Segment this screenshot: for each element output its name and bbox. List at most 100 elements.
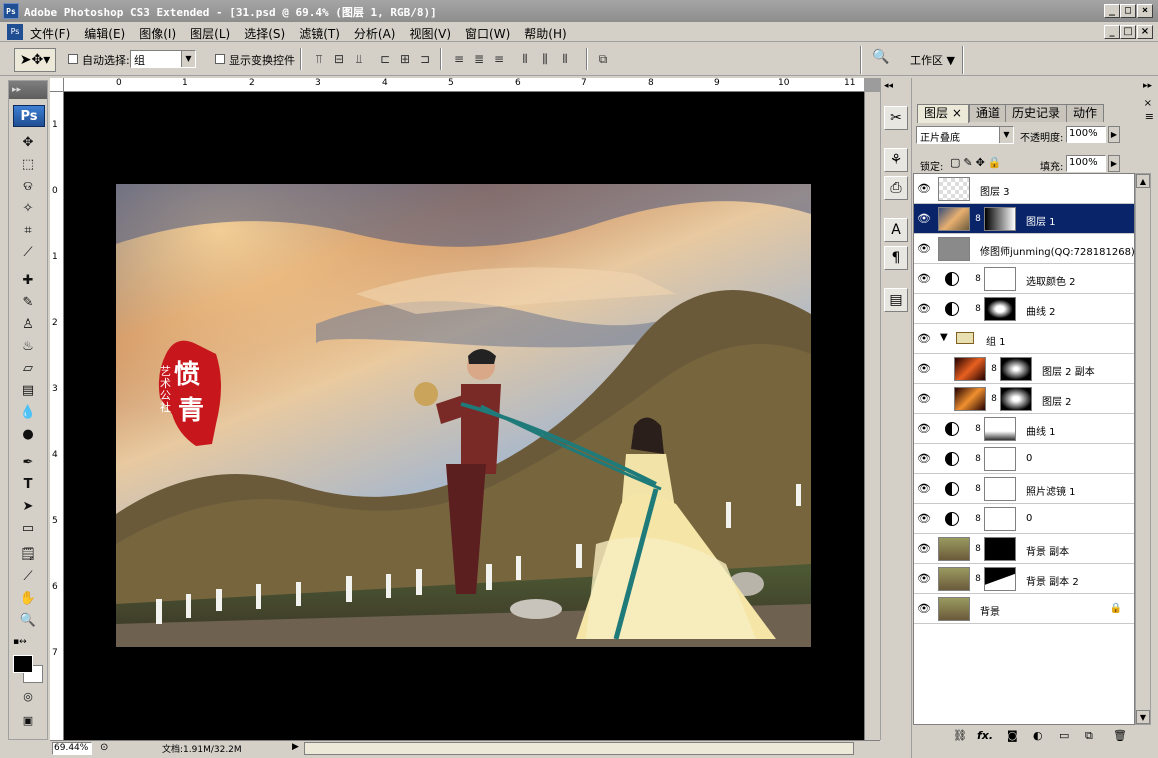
- layer-row[interactable]: 👁 8 照片滤镜 1: [914, 474, 1134, 504]
- fill-input[interactable]: 100%: [1066, 155, 1106, 172]
- fx-icon[interactable]: fx.: [977, 729, 993, 742]
- doc-restore-button[interactable]: □: [1120, 25, 1136, 39]
- eye-icon[interactable]: 👁: [916, 361, 932, 377]
- scroll-up-icon[interactable]: ▲: [1136, 174, 1150, 188]
- eye-icon[interactable]: 👁: [916, 451, 932, 467]
- align-vcenter-icon[interactable]: ⊟: [332, 52, 346, 66]
- distribute-bottom-icon[interactable]: ≡: [492, 52, 506, 66]
- status-menu-arrow-icon[interactable]: ▶: [292, 742, 299, 752]
- wedding-photo[interactable]: 愤 青 艺术公社: [116, 184, 811, 647]
- tab-actions[interactable]: 动作: [1066, 104, 1105, 122]
- preview-icon[interactable]: ⊙: [100, 742, 108, 753]
- layer-row[interactable]: 👁 8 图层 2: [914, 384, 1134, 414]
- menu-filter[interactable]: 滤镜(T): [299, 25, 340, 42]
- show-transform-checkbox[interactable]: [215, 54, 225, 64]
- distribute-top-icon[interactable]: ≡: [452, 52, 466, 66]
- auto-select-checkbox[interactable]: [68, 54, 78, 64]
- blend-mode-dropdown[interactable]: 正片叠底 ▼: [916, 126, 1014, 144]
- eyedropper-icon[interactable]: ⟋: [17, 567, 39, 587]
- layer-row[interactable]: 👁 背景 🔒: [914, 594, 1134, 624]
- eye-icon[interactable]: 👁: [916, 511, 932, 527]
- fill-slider-arrow-icon[interactable]: ▶: [1108, 155, 1120, 172]
- layer-row[interactable]: 👁 8 0: [914, 444, 1134, 474]
- menu-analysis[interactable]: 分析(A): [354, 25, 396, 42]
- menu-view[interactable]: 视图(V): [409, 25, 451, 42]
- gradient-tool-icon[interactable]: ▤: [17, 381, 39, 401]
- screen-mode-icon[interactable]: ▣: [17, 711, 39, 731]
- eye-icon[interactable]: 👁: [916, 241, 932, 257]
- expand-triangle-icon[interactable]: ▼: [940, 332, 948, 343]
- crop-tool-icon[interactable]: ⌗: [17, 221, 39, 241]
- clone-stamp-icon[interactable]: ♙: [17, 315, 39, 335]
- align-top-icon[interactable]: ⫪: [312, 52, 326, 66]
- menu-file[interactable]: 文件(F): [30, 25, 70, 42]
- move-tool-icon[interactable]: ✥: [17, 133, 39, 153]
- close-button[interactable]: ×: [1137, 4, 1153, 18]
- menu-help[interactable]: 帮助(H): [524, 25, 566, 42]
- history-brush-icon[interactable]: ♨: [17, 337, 39, 357]
- bridge-icon[interactable]: 🔍: [868, 49, 894, 71]
- notes-tool-icon[interactable]: 🗒: [17, 545, 39, 565]
- workspace-button[interactable]: 工作区 ▼: [910, 52, 955, 68]
- panel-expand-icon[interactable]: ▸▸: [1143, 81, 1152, 91]
- eye-icon[interactable]: 👁: [916, 391, 932, 407]
- foreground-color-swatch[interactable]: [13, 655, 33, 673]
- panel-menu-icon[interactable]: ≡: [1145, 110, 1154, 123]
- link-layers-icon[interactable]: ⛓: [953, 729, 967, 742]
- eye-icon[interactable]: 👁: [916, 481, 932, 497]
- layer-row[interactable]: 👁 8 选取颜色 2: [914, 264, 1134, 294]
- distribute-left-icon[interactable]: ⦀: [518, 52, 532, 66]
- layer-row[interactable]: 👁 8 背景 副本 2: [914, 564, 1134, 594]
- eye-icon[interactable]: 👁: [916, 331, 932, 347]
- tab-channels[interactable]: 通道: [969, 104, 1008, 122]
- auto-select-dropdown[interactable]: 组 ▼: [130, 50, 196, 68]
- eye-icon[interactable]: 👁: [916, 571, 932, 587]
- new-group-icon[interactable]: ▭: [1059, 729, 1069, 742]
- eye-icon[interactable]: 👁: [916, 301, 932, 317]
- slice-tool-icon[interactable]: ⟋: [17, 243, 39, 263]
- opacity-slider-arrow-icon[interactable]: ▶: [1108, 126, 1120, 143]
- healing-brush-icon[interactable]: ✚: [17, 271, 39, 291]
- layer-row[interactable]: 👁 8 0: [914, 504, 1134, 534]
- quick-mask-icon[interactable]: ◎: [17, 687, 39, 707]
- menu-window[interactable]: 窗口(W): [465, 25, 510, 42]
- shape-tool-icon[interactable]: ▭: [17, 519, 39, 539]
- doc-close-button[interactable]: ×: [1137, 25, 1153, 39]
- vertical-ruler[interactable]: 1 0 1 2 3 4 5 6 7: [50, 92, 64, 740]
- align-right-icon[interactable]: ⊐: [418, 52, 432, 66]
- distribute-right-icon[interactable]: ⦀: [558, 52, 572, 66]
- add-mask-icon[interactable]: ◙: [1007, 729, 1018, 742]
- doc-minimize-button[interactable]: _: [1104, 25, 1120, 39]
- navigator-icon[interactable]: ✂: [884, 106, 908, 130]
- dock-collapse-icon[interactable]: ◂◂: [884, 81, 893, 91]
- ruler-origin[interactable]: [50, 78, 64, 92]
- layers-scrollbar[interactable]: ▲ ▼: [1135, 173, 1151, 725]
- character-icon[interactable]: A: [884, 218, 908, 242]
- paragraph-icon[interactable]: ¶: [884, 246, 908, 270]
- eye-icon[interactable]: 👁: [916, 211, 932, 227]
- layers-list[interactable]: 👁 图层 3 👁 8 图层 1 👁 修图师junming(QQ:72818126…: [913, 173, 1135, 725]
- toolbox-header[interactable]: ▸▸: [9, 81, 47, 99]
- menu-edit[interactable]: 编辑(E): [84, 25, 125, 42]
- align-bottom-icon[interactable]: ⫫: [352, 52, 366, 66]
- eye-icon[interactable]: 👁: [916, 601, 932, 617]
- maximize-button[interactable]: □: [1120, 4, 1136, 18]
- scroll-down-icon[interactable]: ▼: [1136, 710, 1150, 724]
- menu-select[interactable]: 选择(S): [244, 25, 285, 42]
- tool-preset-picker[interactable]: ➤✥▾: [14, 48, 56, 72]
- close-icon[interactable]: ×: [1144, 98, 1152, 109]
- tab-history[interactable]: 历史记录: [1005, 104, 1068, 122]
- blur-tool-icon[interactable]: 💧: [17, 403, 39, 423]
- layer-row[interactable]: 👁 8 曲线 1: [914, 414, 1134, 444]
- brushes-icon[interactable]: ⚘: [884, 148, 908, 172]
- tab-layers[interactable]: 图层 ×: [917, 104, 969, 123]
- distribute-vcenter-icon[interactable]: ≣: [472, 52, 486, 66]
- new-adjustment-layer-icon[interactable]: ◐: [1033, 729, 1043, 742]
- pen-tool-icon[interactable]: ✒: [17, 453, 39, 473]
- layer-row[interactable]: 👁 8 曲线 2: [914, 294, 1134, 324]
- brush-tool-icon[interactable]: ✎: [17, 293, 39, 313]
- canvas-horizontal-scrollbar[interactable]: [304, 742, 854, 755]
- new-layer-icon[interactable]: ⧉: [1085, 729, 1093, 743]
- trash-icon[interactable]: 🗑: [1113, 729, 1127, 742]
- horizontal-ruler[interactable]: 0 1 2 3 4 5 6 7 8 9 10 11: [64, 78, 864, 92]
